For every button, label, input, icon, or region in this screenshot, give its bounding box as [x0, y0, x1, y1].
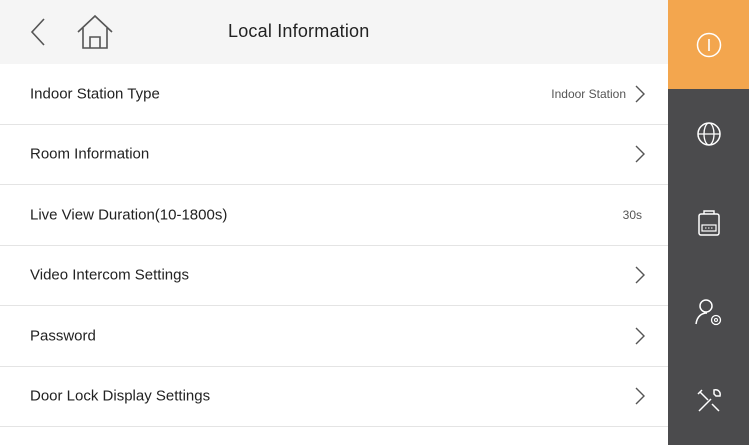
row-label: Indoor Station Type — [30, 85, 160, 103]
sidebar-item-tools[interactable] — [668, 356, 749, 445]
page-title: Local Information — [228, 21, 370, 41]
chevron-right-icon — [635, 145, 645, 163]
globe-icon — [696, 121, 721, 146]
row-value: 30s — [622, 207, 642, 222]
row-value: Indoor Station — [551, 86, 626, 101]
chevron-right-icon — [635, 266, 645, 284]
row-password[interactable]: Password — [0, 306, 668, 367]
sidebar-item-info[interactable] — [668, 0, 749, 89]
row-label: Password — [30, 327, 96, 345]
row-label: Room Information — [30, 145, 150, 163]
tools-icon — [696, 388, 721, 412]
chevron-right-icon — [635, 85, 645, 103]
sidebar-item-user-settings[interactable] — [668, 267, 749, 356]
user-settings-icon — [694, 298, 721, 325]
row-door-lock-display-settings[interactable]: Door Lock Display Settings — [0, 367, 668, 427]
info-icon — [696, 32, 721, 57]
home-icon — [77, 14, 113, 49]
back-button[interactable] — [20, 12, 56, 52]
row-label: Door Lock Display Settings — [30, 387, 211, 405]
chevron-right-icon — [635, 327, 645, 345]
chevron-left-icon — [30, 18, 45, 46]
row-indoor-station-type[interactable]: Indoor Station Type Indoor Station — [0, 64, 668, 125]
settings-list: Indoor Station Type Indoor Station Room … — [0, 64, 668, 427]
chevron-right-icon — [635, 387, 645, 405]
header-bar: Local Information — [0, 0, 668, 64]
sidebar — [668, 0, 749, 445]
home-button[interactable] — [72, 10, 118, 54]
sidebar-item-device[interactable] — [668, 178, 749, 267]
row-video-intercom-settings[interactable]: Video Intercom Settings — [0, 246, 668, 306]
row-live-view-duration[interactable]: Live View Duration(10-1800s) 30s — [0, 185, 668, 246]
row-label: Video Intercom Settings — [30, 266, 189, 284]
device-icon — [697, 209, 720, 236]
row-label: Live View Duration(10-1800s) — [30, 206, 228, 224]
row-room-information[interactable]: Room Information — [0, 125, 668, 185]
sidebar-item-network[interactable] — [668, 89, 749, 178]
